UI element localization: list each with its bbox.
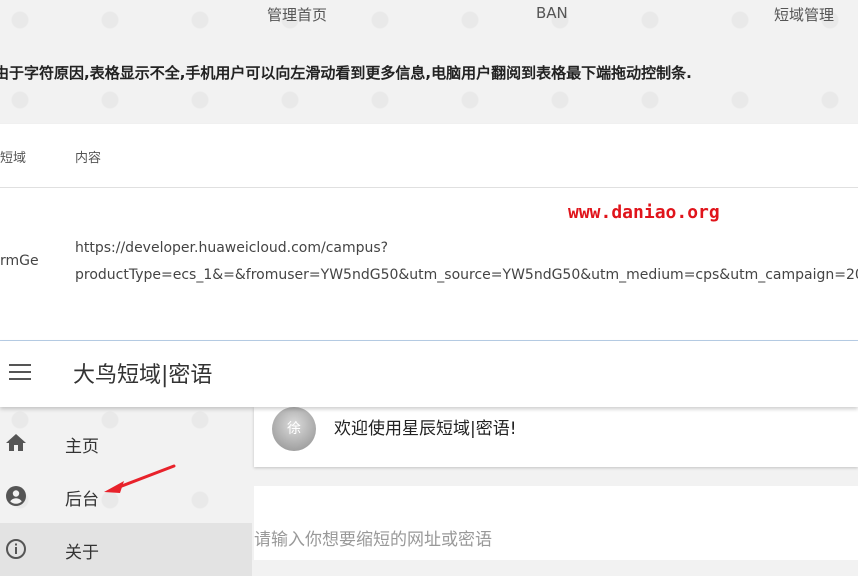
table-notice-text: 由于字符原因,表格显示不全,手机用户可以向左滑动看到更多信息,电脑用户翻阅到表格… xyxy=(0,64,692,82)
top-navigation: 管理首页 BAN 短域管理 xyxy=(0,0,858,30)
sidebar-item-label: 主页 xyxy=(65,437,99,457)
sidebar-item-label: 后台 xyxy=(65,490,99,510)
cell-content-line-1: https://developer.huaweicloud.com/campus… xyxy=(75,240,389,256)
app-title: 大鸟短域|密语 xyxy=(73,363,213,388)
app-bar: 大鸟短域|密语 xyxy=(0,341,858,407)
url-input[interactable] xyxy=(254,526,844,554)
nav-link-admin-home[interactable]: 管理首页 xyxy=(267,4,327,25)
column-header-short: 短域 xyxy=(0,151,27,166)
nav-link-short-domain-management[interactable]: 短域管理 xyxy=(774,4,834,25)
shorten-form-card xyxy=(254,486,858,560)
sidebar-item-about[interactable]: 关于 xyxy=(0,523,252,576)
info-icon xyxy=(6,539,26,559)
hamburger-menu-icon[interactable] xyxy=(9,364,31,382)
site-watermark: www.daniao.org xyxy=(568,202,720,223)
welcome-card: 徐 欢迎使用星辰短域|密语! xyxy=(254,407,858,467)
column-header-content: 内容 xyxy=(75,151,102,166)
sidebar-item-label: 关于 xyxy=(65,543,99,563)
nav-link-ban[interactable]: BAN xyxy=(536,4,568,22)
cell-short-code: rmGe xyxy=(0,253,39,269)
short-link-table: 短域 内容 rmGe https://developer.huaweicloud… xyxy=(0,124,858,342)
account-circle-icon xyxy=(6,486,26,506)
red-arrow-annotation xyxy=(104,464,176,493)
welcome-message: 欢迎使用星辰短域|密语! xyxy=(334,419,517,439)
avatar: 徐 xyxy=(272,407,316,451)
table-header-row: 短域 内容 xyxy=(0,124,858,188)
cell-content-line-2: productType=ecs_1&=&fromuser=YW5ndG50&ut… xyxy=(75,267,858,283)
home-icon xyxy=(6,434,26,451)
